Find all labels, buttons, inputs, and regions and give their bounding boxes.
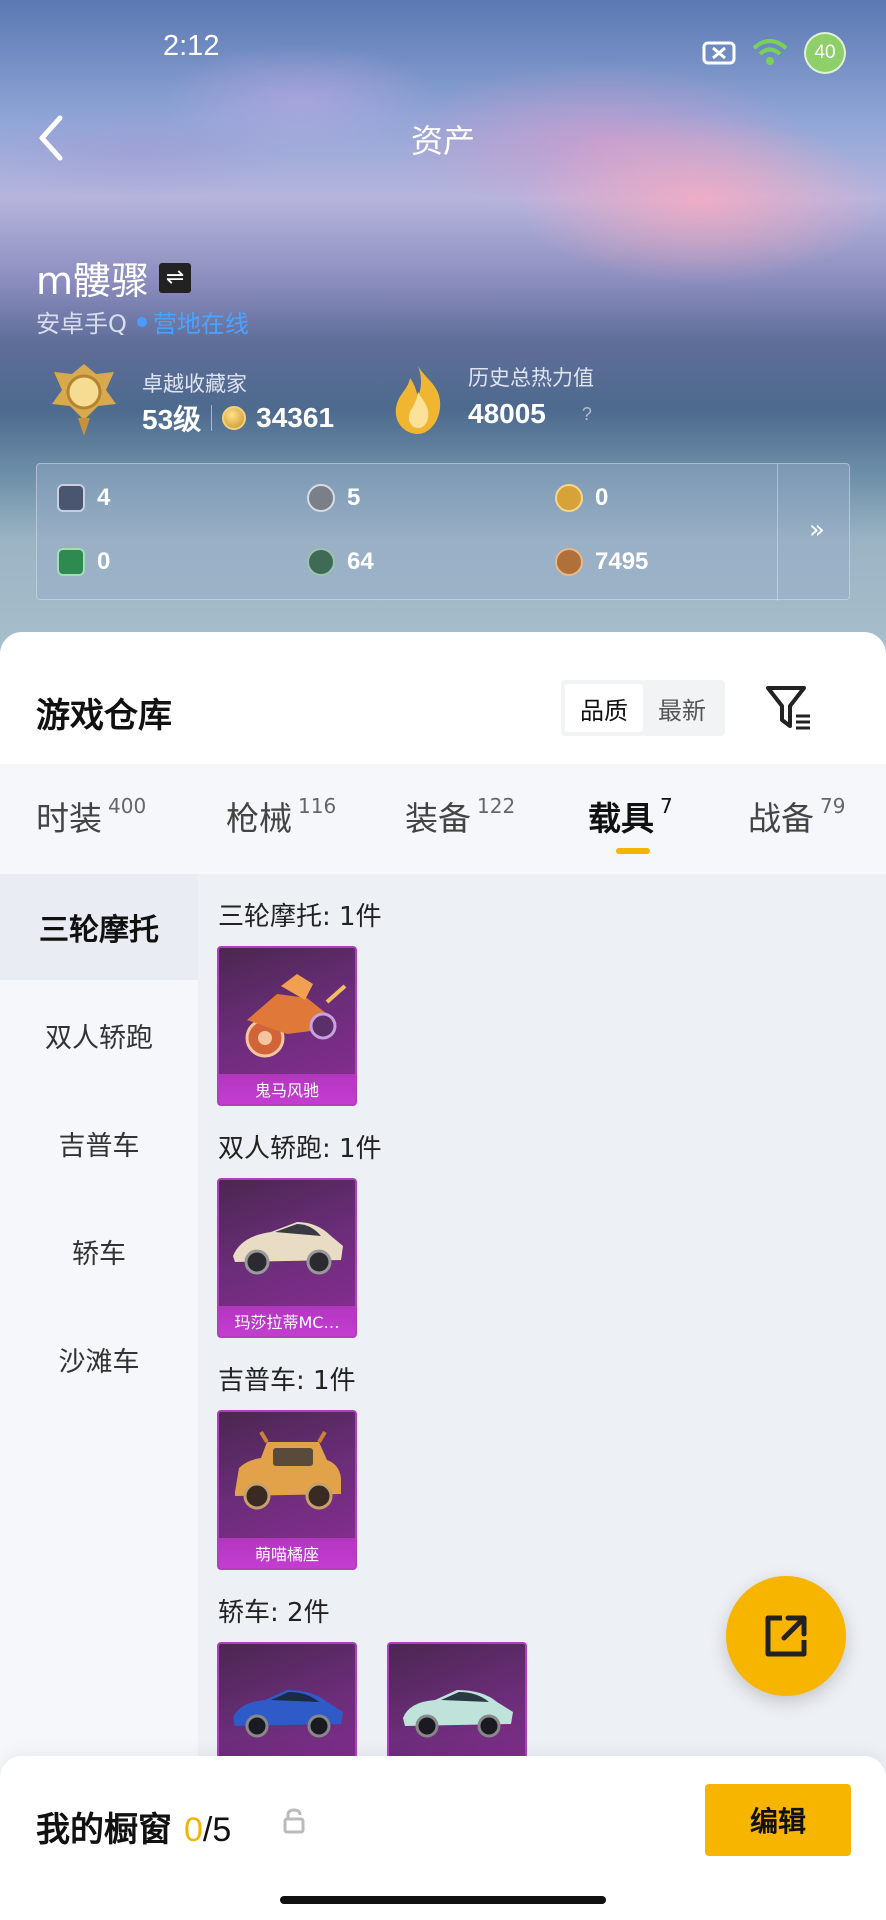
platform-row: 安卓手Q 营地在线 bbox=[36, 304, 249, 339]
collector-title: 卓越收藏家 bbox=[142, 372, 247, 396]
tab-vehicles[interactable]: 载具 7 bbox=[588, 792, 673, 840]
heat-row: 48005 ? bbox=[468, 398, 592, 430]
sort-toggle: 品质 最新 bbox=[561, 680, 725, 736]
status-icons: 40 bbox=[702, 32, 846, 74]
share-icon bbox=[765, 1615, 807, 1657]
item-name: 玛莎拉蒂MC… bbox=[219, 1306, 355, 1336]
tab-equipment[interactable]: 装备 122 bbox=[405, 792, 515, 840]
home-indicator[interactable] bbox=[280, 1896, 606, 1904]
group-title: 轿车: 2件 bbox=[218, 1598, 330, 1628]
tab-count: 116 bbox=[298, 794, 337, 818]
status-time: 2:12 bbox=[163, 30, 220, 62]
bronze-coin-icon bbox=[555, 548, 583, 576]
sidebar-item-buggy[interactable]: 沙滩车 bbox=[0, 1306, 198, 1412]
sedan-blue-image bbox=[233, 1690, 343, 1738]
profile-header-background: 2:12 40 资产 m髏骤 ⇌ 安卓手Q 营地在线 卓越收藏家 53级 343… bbox=[0, 0, 886, 660]
asset-item: 5 bbox=[307, 484, 360, 512]
switch-account-icon[interactable]: ⇌ bbox=[159, 262, 192, 293]
asset-item: 64 bbox=[307, 548, 374, 576]
double-chevron-right-icon[interactable]: » bbox=[797, 510, 837, 550]
divider bbox=[777, 464, 778, 601]
online-dot-icon bbox=[136, 316, 147, 327]
page-title: 资产 bbox=[410, 122, 475, 160]
asset-item: 7495 bbox=[555, 548, 648, 576]
asset-value: 0 bbox=[97, 548, 111, 575]
tab-fashion[interactable]: 时装 400 bbox=[36, 792, 146, 840]
asset-value: 4 bbox=[97, 484, 111, 511]
asset-item: 4 bbox=[57, 484, 110, 512]
tab-weapons[interactable]: 枪械 116 bbox=[226, 792, 336, 840]
collector-stats: 53级 34361 bbox=[142, 398, 334, 438]
tab-count: 400 bbox=[108, 794, 147, 818]
active-tab-indicator bbox=[616, 848, 650, 854]
share-button[interactable] bbox=[726, 1576, 846, 1696]
jeep-image bbox=[235, 1430, 341, 1510]
showcase-label-row: 我的橱窗 0/5 bbox=[36, 1802, 231, 1851]
group-title: 三轮摩托: 1件 bbox=[218, 902, 382, 932]
sim-off-icon bbox=[702, 41, 736, 65]
heat-value: 48005 bbox=[468, 398, 546, 429]
category-tabs: 时装 400 枪械 116 装备 122 载具 7 战备 79 bbox=[0, 764, 886, 874]
collection-points: 34361 bbox=[256, 402, 335, 433]
tab-label: 载具 bbox=[588, 799, 654, 838]
tab-label: 装备 bbox=[405, 799, 471, 838]
gold-token-icon bbox=[555, 484, 583, 512]
item-name: 萌喵橘座 bbox=[219, 1538, 355, 1568]
collector-badge-icon[interactable] bbox=[44, 360, 124, 440]
tab-label: 战备 bbox=[748, 799, 814, 838]
sidebar-item-coupe[interactable]: 双人轿跑 bbox=[0, 982, 198, 1088]
tab-label: 时装 bbox=[36, 799, 102, 838]
asset-value: 7495 bbox=[595, 548, 649, 575]
group-title: 双人轿跑: 1件 bbox=[218, 1134, 382, 1164]
heat-flame-icon bbox=[395, 366, 441, 434]
asset-value: 64 bbox=[347, 548, 374, 575]
warehouse-title: 游戏仓库 bbox=[36, 696, 172, 736]
sidebar-item-trike[interactable]: 三轮摩托 bbox=[0, 874, 198, 980]
tab-count: 7 bbox=[660, 794, 673, 818]
filter-icon[interactable] bbox=[764, 682, 814, 734]
tab-count: 122 bbox=[477, 794, 516, 818]
coupe-image bbox=[233, 1222, 343, 1275]
green-card-icon bbox=[57, 548, 85, 576]
item-card[interactable]: 鬼马风驰 bbox=[217, 946, 357, 1106]
green-orb-icon bbox=[307, 548, 335, 576]
asset-value: 0 bbox=[595, 484, 609, 511]
asset-value: 5 bbox=[347, 484, 361, 511]
edit-showcase-button[interactable]: 编辑 bbox=[705, 1784, 851, 1856]
silver-coin-icon bbox=[307, 484, 335, 512]
collection-points-icon bbox=[222, 406, 247, 430]
tab-label: 枪械 bbox=[226, 799, 292, 838]
sort-by-newest[interactable]: 最新 bbox=[643, 684, 721, 732]
wifi-icon bbox=[752, 39, 788, 65]
sidebar-item-sedan[interactable]: 轿车 bbox=[0, 1198, 198, 1304]
online-status: 营地在线 bbox=[152, 310, 249, 338]
username: m髏骤 bbox=[36, 259, 150, 303]
collector-level: 53级 bbox=[142, 404, 202, 435]
battery-indicator: 40 bbox=[804, 32, 846, 74]
group-title: 吉普车: 1件 bbox=[218, 1366, 356, 1396]
help-icon[interactable]: ? bbox=[582, 404, 592, 425]
tab-supplies[interactable]: 战备 79 bbox=[748, 792, 845, 840]
sidebar-item-jeep[interactable]: 吉普车 bbox=[0, 1090, 198, 1196]
platform-label: 安卓手Q bbox=[36, 310, 127, 338]
item-card[interactable]: 玛莎拉蒂MC… bbox=[217, 1178, 357, 1338]
sort-by-quality[interactable]: 品质 bbox=[565, 684, 643, 732]
sedan-mint-image bbox=[403, 1690, 513, 1738]
assets-panel[interactable]: 4 5 0 0 64 7495 » bbox=[36, 463, 850, 601]
heat-label: 历史总热力值 bbox=[468, 366, 594, 390]
showcase-total: /5 bbox=[202, 1811, 232, 1849]
item-name: 鬼马风驰 bbox=[219, 1074, 355, 1104]
divider bbox=[211, 405, 213, 431]
item-card[interactable]: 萌喵橘座 bbox=[217, 1410, 357, 1570]
card-icon bbox=[57, 484, 85, 512]
showcase-label: 我的橱窗 bbox=[36, 1810, 172, 1850]
lock-icon bbox=[283, 1808, 305, 1834]
asset-item: 0 bbox=[57, 548, 110, 576]
tab-count: 79 bbox=[820, 794, 846, 818]
showcase-current: 0 bbox=[184, 1811, 203, 1849]
asset-item: 0 bbox=[555, 484, 608, 512]
trike-image bbox=[245, 974, 347, 1058]
username-row: m髏骤 ⇌ bbox=[36, 250, 192, 305]
showcase-count: 0/5 bbox=[184, 1811, 231, 1850]
